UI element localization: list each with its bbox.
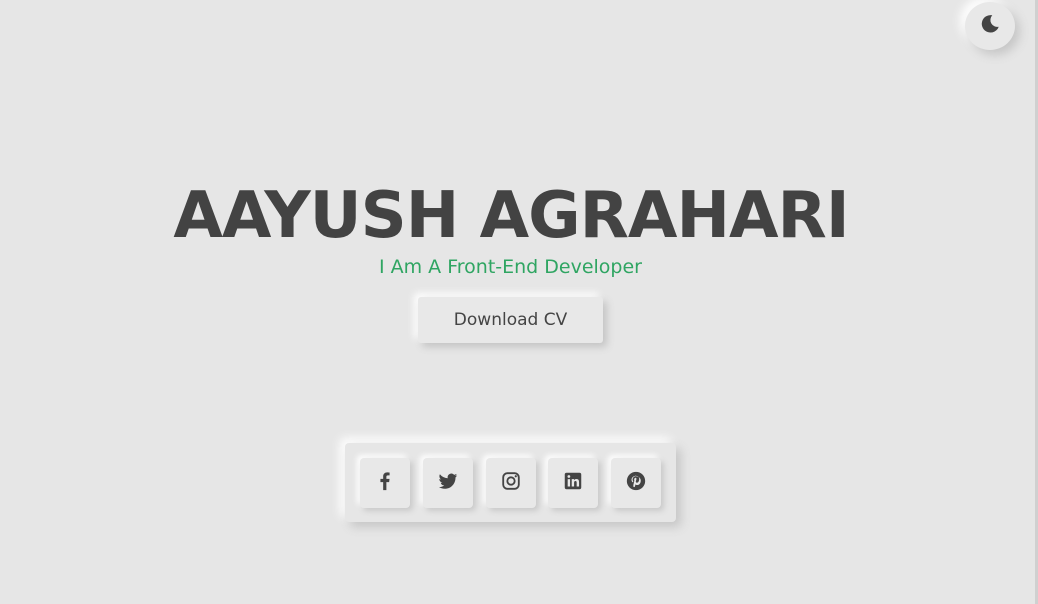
- moon-icon: [979, 13, 1001, 39]
- twitter-icon: [437, 470, 459, 496]
- facebook-link[interactable]: [360, 458, 410, 508]
- twitter-link[interactable]: [423, 458, 473, 508]
- theme-toggle-button[interactable]: [965, 2, 1015, 50]
- pinterest-icon: [625, 470, 647, 496]
- download-cv-button[interactable]: Download CV: [418, 297, 603, 343]
- linkedin-link[interactable]: [548, 458, 598, 508]
- linkedin-icon: [562, 470, 584, 496]
- hero-subtitle: I Am A Front-End Developer: [378, 256, 642, 278]
- social-links-panel: [345, 443, 676, 522]
- facebook-icon: [374, 470, 396, 496]
- instagram-link[interactable]: [486, 458, 536, 508]
- hero-name: AAYUSH AGRAHARI: [173, 179, 849, 253]
- instagram-icon: [500, 470, 522, 496]
- pinterest-link[interactable]: [611, 458, 661, 508]
